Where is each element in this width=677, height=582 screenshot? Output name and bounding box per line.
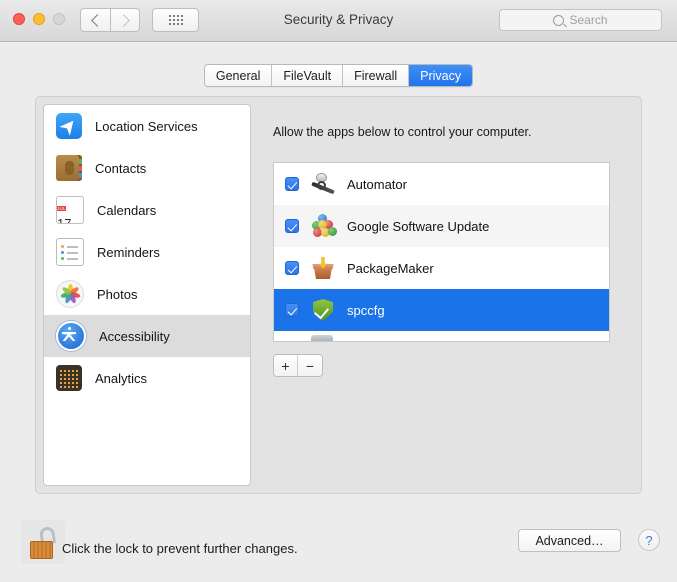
table-row[interactable]: Automator: [274, 163, 609, 205]
calendar-icon: JUL 17: [56, 196, 84, 224]
partial-app-icon: [311, 335, 333, 341]
app-checkbox[interactable]: [285, 261, 299, 275]
tab-general[interactable]: General: [204, 65, 273, 86]
calendar-day: 17: [57, 216, 72, 224]
automator-icon: [310, 171, 336, 197]
search-icon: [553, 14, 565, 26]
google-software-update-icon: [310, 213, 337, 239]
table-row[interactable]: Google Software Update: [274, 205, 609, 247]
photos-icon: [56, 280, 84, 308]
remove-app-button[interactable]: −: [298, 355, 322, 376]
add-app-button[interactable]: +: [274, 355, 298, 376]
accessibility-pane: Allow the apps below to control your com…: [259, 104, 636, 486]
help-button[interactable]: ?: [638, 529, 660, 551]
allowed-apps-list[interactable]: Automator Google Software Update Package…: [273, 162, 610, 342]
packagemaker-icon: [310, 255, 336, 281]
sidebar-item-calendars[interactable]: JUL 17 Calendars: [44, 189, 250, 231]
search-placeholder: Search: [569, 13, 608, 27]
analytics-icon: [56, 365, 82, 391]
sidebar-item-contacts[interactable]: Contacts: [44, 147, 250, 189]
privacy-content-panel: Location Services Contacts JUL 17 Calend…: [35, 96, 642, 494]
contacts-icon: [56, 155, 82, 181]
add-remove-segmented-control: + −: [273, 354, 323, 377]
advanced-button[interactable]: Advanced…: [518, 529, 621, 552]
tab-bar: General FileVault Firewall Privacy: [0, 64, 677, 87]
app-label: PackageMaker: [347, 260, 434, 276]
app-label: spccfg: [347, 302, 385, 318]
sidebar-item-label: Photos: [97, 286, 138, 302]
sidebar-item-label: Reminders: [97, 244, 160, 260]
tab-filevault[interactable]: FileVault: [272, 65, 344, 86]
sidebar-item-location-services[interactable]: Location Services: [44, 105, 250, 147]
sidebar-item-label: Analytics: [95, 370, 148, 386]
app-label: Google Software Update: [347, 218, 490, 234]
app-checkbox[interactable]: [285, 303, 299, 317]
sidebar-item-accessibility[interactable]: Accessibility: [44, 315, 250, 357]
shield-icon: [310, 297, 336, 323]
app-label: Automator: [347, 176, 407, 192]
accessibility-icon: [56, 321, 86, 351]
tab-firewall[interactable]: Firewall: [343, 65, 410, 86]
table-row[interactable]: [274, 331, 609, 341]
sidebar-item-label: Calendars: [97, 202, 157, 218]
search-input[interactable]: Search: [499, 9, 662, 31]
sidebar-item-reminders[interactable]: Reminders: [44, 231, 250, 273]
location-services-icon: [56, 113, 82, 139]
table-row[interactable]: spccfg: [274, 289, 609, 331]
tab-privacy[interactable]: Privacy: [409, 65, 473, 86]
sidebar-item-label: Location Services: [95, 118, 198, 134]
privacy-category-list[interactable]: Location Services Contacts JUL 17 Calend…: [43, 104, 251, 486]
sidebar-item-photos[interactable]: Photos: [44, 273, 250, 315]
pane-caption: Allow the apps below to control your com…: [273, 125, 532, 139]
sidebar-item-label: Accessibility: [99, 328, 170, 344]
calendar-month: JUL: [57, 206, 66, 211]
window-titlebar: Security & Privacy Search: [0, 0, 677, 42]
lock-message: Click the lock to prevent further change…: [62, 541, 298, 556]
security-privacy-window: Security & Privacy Search General FileVa…: [0, 0, 677, 582]
sidebar-item-analytics[interactable]: Analytics: [44, 357, 250, 399]
reminders-icon: [56, 238, 84, 266]
app-checkbox[interactable]: [285, 219, 299, 233]
sidebar-item-label: Contacts: [95, 160, 147, 176]
unlocked-padlock-icon[interactable]: [21, 520, 65, 564]
table-row[interactable]: PackageMaker: [274, 247, 609, 289]
app-checkbox[interactable]: [285, 177, 299, 191]
